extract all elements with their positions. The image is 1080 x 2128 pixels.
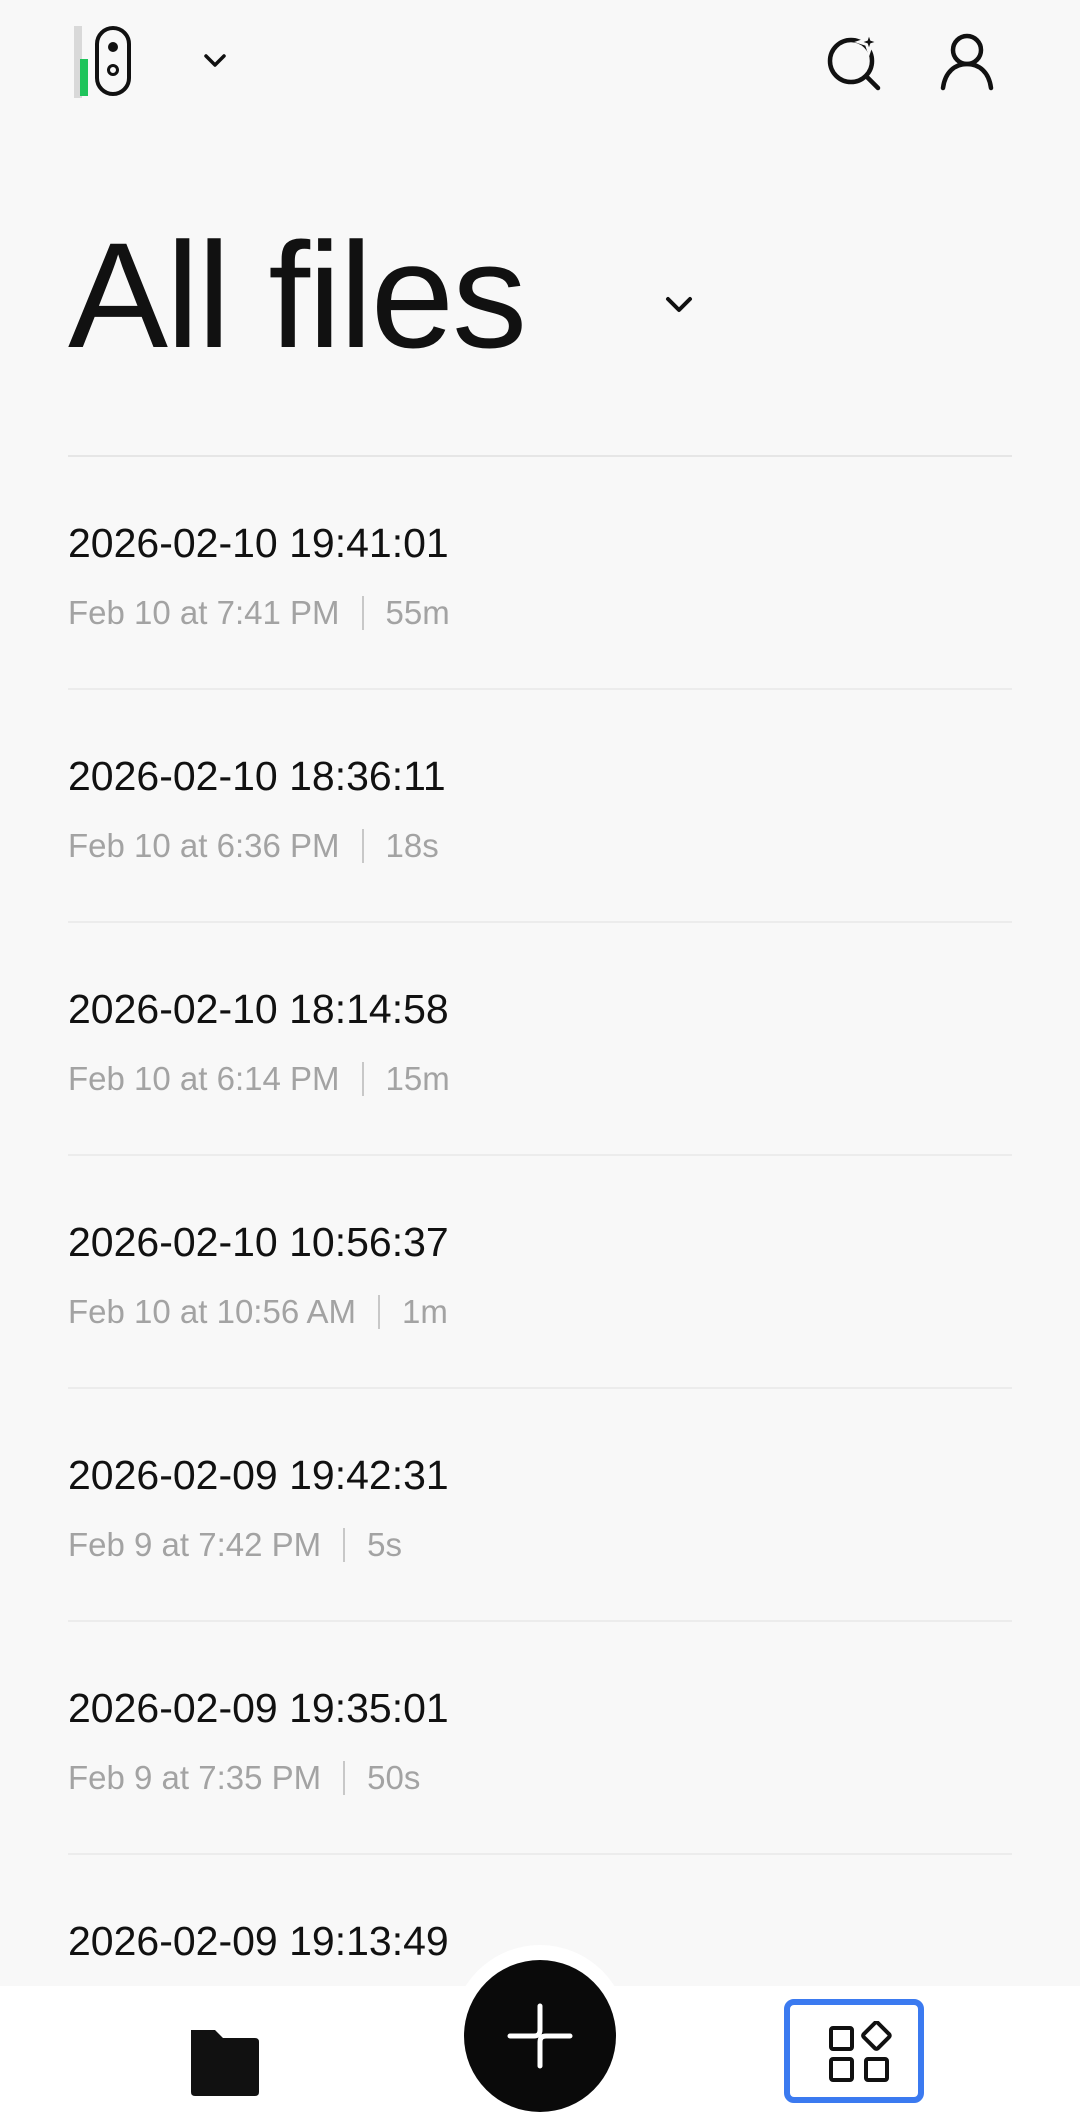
file-row[interactable]: 2026-02-10 10:56:37 Feb 10 at 10:56 AM 1… xyxy=(68,1156,1012,1389)
file-date: Feb 10 at 6:14 PM xyxy=(68,1060,340,1097)
file-date: Feb 10 at 10:56 AM xyxy=(68,1293,357,1330)
file-meta: Feb 10 at 7:41 PM 55m xyxy=(68,593,450,633)
file-name: 2026-02-10 10:56:37 xyxy=(68,1219,449,1265)
earbuds-device-icon xyxy=(95,26,131,96)
meta-separator xyxy=(361,1062,364,1096)
file-row[interactable]: 2026-02-10 18:14:58 Feb 10 at 6:14 PM 15… xyxy=(68,923,1012,1156)
sparkle-plus-icon xyxy=(507,2003,573,2069)
file-name: 2026-02-09 19:35:01 xyxy=(68,1685,449,1731)
file-duration: 18s xyxy=(385,827,439,864)
file-list: 2026-02-10 19:41:01 Feb 10 at 7:41 PM 55… xyxy=(68,457,1012,2088)
file-name: 2026-02-10 18:36:11 xyxy=(68,753,446,799)
file-duration: 50s xyxy=(367,1759,421,1796)
file-name: 2026-02-09 19:13:49 xyxy=(68,1918,449,1964)
title-dropdown[interactable]: All files xyxy=(68,211,692,379)
file-meta: Feb 10 at 10:56 AM 1m xyxy=(68,1292,448,1332)
meta-separator xyxy=(343,1528,346,1562)
file-date: Feb 10 at 6:36 PM xyxy=(68,827,340,864)
chevron-down-icon[interactable] xyxy=(200,46,230,76)
file-duration: 55m xyxy=(385,594,450,631)
search-button[interactable] xyxy=(822,27,886,92)
meta-separator xyxy=(378,1295,381,1329)
file-row[interactable]: 2026-02-10 19:41:01 Feb 10 at 7:41 PM 55… xyxy=(68,457,1012,690)
meta-separator xyxy=(361,829,364,863)
file-name: 2026-02-10 19:41:01 xyxy=(68,520,449,566)
file-duration: 1m xyxy=(402,1293,448,1330)
file-date: Feb 9 at 7:42 PM xyxy=(68,1526,322,1563)
battery-indicator xyxy=(74,26,88,98)
file-row[interactable]: 2026-02-09 19:42:31 Feb 9 at 7:42 PM 5s xyxy=(68,1389,1012,1622)
record-button[interactable] xyxy=(464,1960,616,2112)
file-name: 2026-02-10 18:14:58 xyxy=(68,986,449,1032)
file-date: Feb 10 at 7:41 PM xyxy=(68,594,340,631)
apps-tab[interactable] xyxy=(784,1999,924,2103)
chevron-down-icon xyxy=(666,297,692,312)
file-duration: 15m xyxy=(385,1060,450,1097)
folder-icon xyxy=(191,2030,259,2096)
battery-level xyxy=(80,58,88,96)
user-icon xyxy=(940,33,994,91)
file-name: 2026-02-09 19:42:31 xyxy=(68,1452,449,1498)
meta-separator xyxy=(343,1761,346,1795)
file-meta: Feb 9 at 7:42 PM 5s xyxy=(68,1525,402,1565)
page-title: All files xyxy=(68,211,527,379)
file-meta: Feb 9 at 7:35 PM 50s xyxy=(68,1758,420,1798)
file-date: Feb 9 at 7:35 PM xyxy=(68,1759,322,1796)
account-button[interactable] xyxy=(935,28,999,92)
file-meta: Feb 10 at 6:14 PM 15m xyxy=(68,1059,450,1099)
meta-separator xyxy=(361,596,364,630)
files-tab[interactable] xyxy=(185,2026,265,2098)
ai-search-icon xyxy=(827,27,884,91)
file-row[interactable]: 2026-02-09 19:35:01 Feb 9 at 7:35 PM 50s xyxy=(68,1622,1012,1855)
file-meta: Feb 10 at 6:36 PM 18s xyxy=(68,826,439,866)
top-bar xyxy=(0,0,1080,130)
apps-grid-icon xyxy=(829,2021,892,2082)
file-row[interactable]: 2026-02-10 18:36:11 Feb 10 at 6:36 PM 18… xyxy=(68,690,1012,923)
device-selector[interactable] xyxy=(68,26,144,100)
file-duration: 5s xyxy=(367,1526,402,1563)
